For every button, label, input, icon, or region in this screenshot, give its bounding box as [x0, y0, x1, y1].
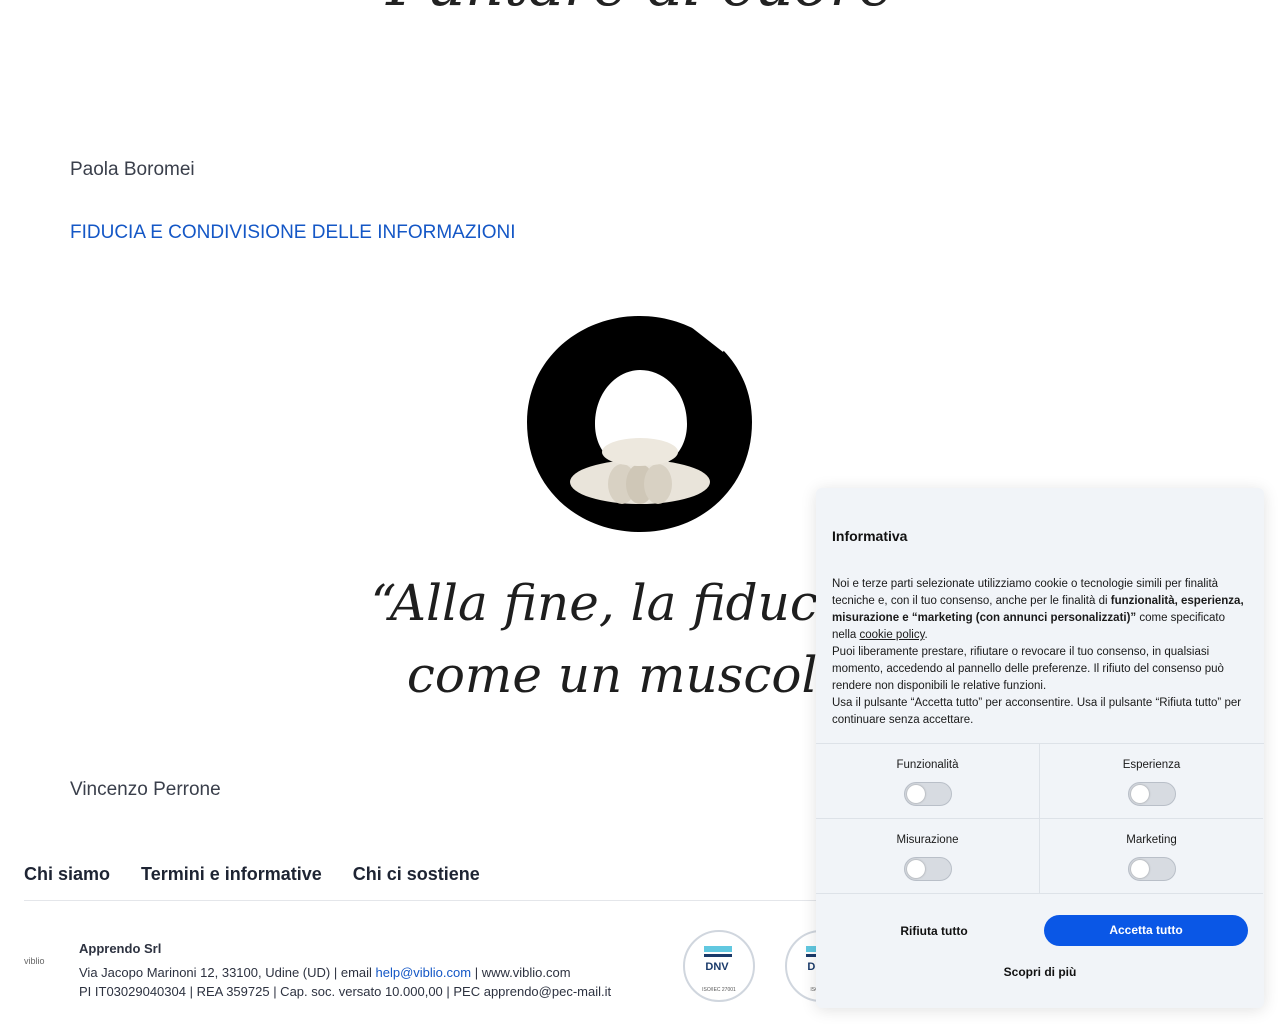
footer-nav: Chi siamo Termini e informative Chi ci s… — [24, 864, 480, 885]
article-author[interactable]: Vincenzo Perrone — [70, 779, 221, 801]
consent-funzionalita: Funzionalità — [816, 744, 1040, 819]
footer-link-sostenitori[interactable]: Chi ci sostiene — [353, 864, 480, 885]
footer-link-termini[interactable]: Termini e informative — [141, 864, 322, 885]
learn-more-button[interactable]: Scopri di più — [966, 962, 1114, 982]
company-legal: PI IT03029040304 | REA 359725 | Cap. soc… — [79, 984, 612, 999]
rope-ring-icon — [527, 316, 752, 532]
footer-link-chi-siamo[interactable]: Chi siamo — [24, 864, 110, 885]
consent-toggle-grid: Funzionalità Esperienza Misurazione Mark… — [816, 743, 1264, 894]
company-address: Via Jacopo Marinoni 12, 33100, Udine (UD… — [79, 965, 571, 980]
cookie-policy-link[interactable]: cookie policy — [860, 629, 925, 641]
company-info: Apprendo Srl Via Jacopo Marinoni 12, 331… — [79, 939, 611, 1001]
dnv-iso27001-badge: DNV ISO/IEC 27001 — [683, 930, 755, 1002]
reject-all-button[interactable]: Rifiuta tutto — [866, 916, 1002, 946]
article-author[interactable]: Paola Boromei — [70, 159, 195, 181]
cookie-description: Noi e terze parti selezionate utilizziam… — [832, 578, 1244, 726]
toggle-esperienza[interactable] — [1128, 782, 1176, 806]
accept-all-button[interactable]: Accetta tutto — [1044, 915, 1248, 946]
consent-misurazione: Misurazione — [816, 819, 1040, 894]
cookie-title: Informativa — [832, 528, 908, 544]
email-link[interactable]: help@viblio.com — [376, 965, 472, 980]
company-name: Apprendo Srl — [79, 941, 162, 956]
consent-esperienza: Esperienza — [1040, 744, 1263, 819]
hero-title: Puntare al cuore — [0, 0, 1280, 20]
footer-logo[interactable]: viblio — [24, 956, 64, 972]
toggle-marketing[interactable] — [1128, 857, 1176, 881]
cookie-consent-panel: Informativa Noi e terze parti selezionat… — [816, 488, 1264, 1008]
article-cover-image[interactable] — [527, 312, 753, 539]
article-title-link[interactable]: FIDUCIA E CONDIVISIONE DELLE INFORMAZION… — [70, 222, 516, 244]
consent-marketing: Marketing — [1040, 819, 1263, 894]
toggle-misurazione[interactable] — [904, 857, 952, 881]
toggle-funzionalita[interactable] — [904, 782, 952, 806]
